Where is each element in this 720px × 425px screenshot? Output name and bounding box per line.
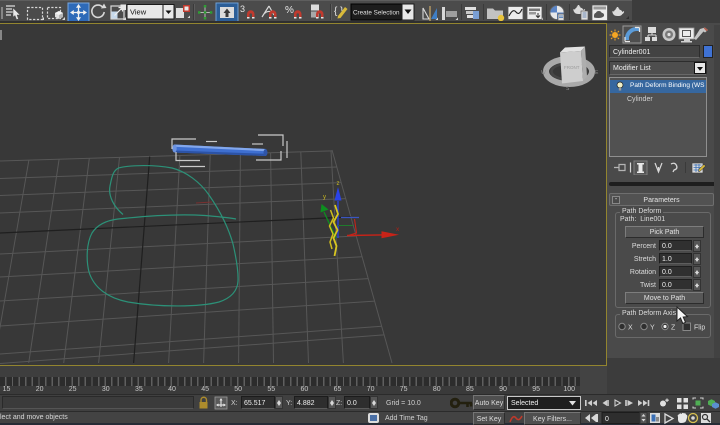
- svg-text:y: y: [323, 195, 326, 201]
- svg-text:Y: Y: [650, 325, 655, 332]
- svg-text:E: E: [595, 70, 599, 76]
- svg-text:z: z: [337, 181, 340, 187]
- svg-text:Flip: Flip: [694, 325, 705, 332]
- svg-text:FRONT: FRONT: [564, 65, 580, 70]
- svg-text:x: x: [396, 226, 400, 233]
- svg-text:0: 0: [605, 416, 609, 423]
- svg-text:X: X: [628, 325, 633, 332]
- svg-text:W: W: [541, 70, 546, 76]
